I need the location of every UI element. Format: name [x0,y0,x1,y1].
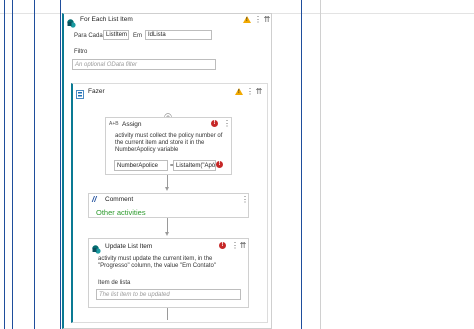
item-variable-field[interactable]: ListItem [103,30,129,40]
outer-frame-line-3 [34,0,35,329]
sharepoint-icon [67,15,76,28]
outer-frame-line-1 [4,0,5,329]
kebab-menu-icon[interactable]: ⋮ [254,15,262,25]
assign-note-line-2: the current item and store it in the [115,140,205,146]
update-title: Update List Item [105,243,153,250]
comment-slashes-icon: // [92,195,97,204]
list-item-label: Item de lista [98,280,131,286]
list-variable-field[interactable]: IdLista [145,30,212,40]
connector-line [167,218,168,232]
list-item-input[interactable]: The list item to be updated [96,289,241,300]
error-icon[interactable]: ! [211,120,218,127]
kebab-menu-icon[interactable]: ⋮ [241,195,249,205]
comment-body: Other activities [96,208,146,217]
for-each-title: For Each List Item [80,16,133,23]
error-icon[interactable]: ! [216,161,223,168]
warning-icon[interactable]: ! [235,88,243,95]
sequence-icon [76,86,84,99]
sequence-title: Fazer [88,88,105,95]
update-note-line-2: "Progresso" column, the value "Em Contat… [98,263,216,269]
outer-frame-line-6 [320,0,321,329]
outer-frame-line-4 [60,0,61,329]
plus-circle-icon[interactable] [164,108,172,121]
connector-arrow [165,232,169,236]
update-note-line-1: activity must update the current item, i… [98,256,213,262]
kebab-menu-icon[interactable]: ⋮ [231,241,239,251]
kebab-menu-icon[interactable]: ⋮ [246,87,254,97]
connector-arrow [165,187,169,191]
chevron-double-up-icon[interactable]: ⇈ [263,15,271,25]
connector-line [167,175,168,187]
filter-label: Filtro [74,49,88,55]
in-label: Em [133,33,142,39]
outer-frame-line-5 [301,0,302,329]
error-icon[interactable]: ! [219,242,226,249]
assign-note-line-1: activity must collect the policy number … [115,133,223,139]
assign-value-field[interactable]: ListaItem("Apól [173,160,216,171]
kebab-menu-icon[interactable]: ⋮ [223,119,231,129]
chevron-double-up-icon[interactable]: ⇈ [239,241,247,251]
assign-to-field[interactable]: NumberApolice [114,160,168,171]
assign-note-line-3: NumberApolicy variable [115,147,179,153]
sharepoint-icon [92,241,101,254]
comment-title: Comment [105,196,134,203]
chevron-double-up-icon[interactable]: ⇈ [255,87,263,97]
outer-frame-line-2 [12,0,13,329]
connector-line [167,308,168,320]
for-each-label: Para Cada [74,33,103,39]
filter-input[interactable]: An optional OData filter [72,59,216,70]
assign-icon: A+B [109,121,119,127]
assign-title: Assign [122,121,142,128]
warning-icon[interactable]: ! [243,16,251,23]
